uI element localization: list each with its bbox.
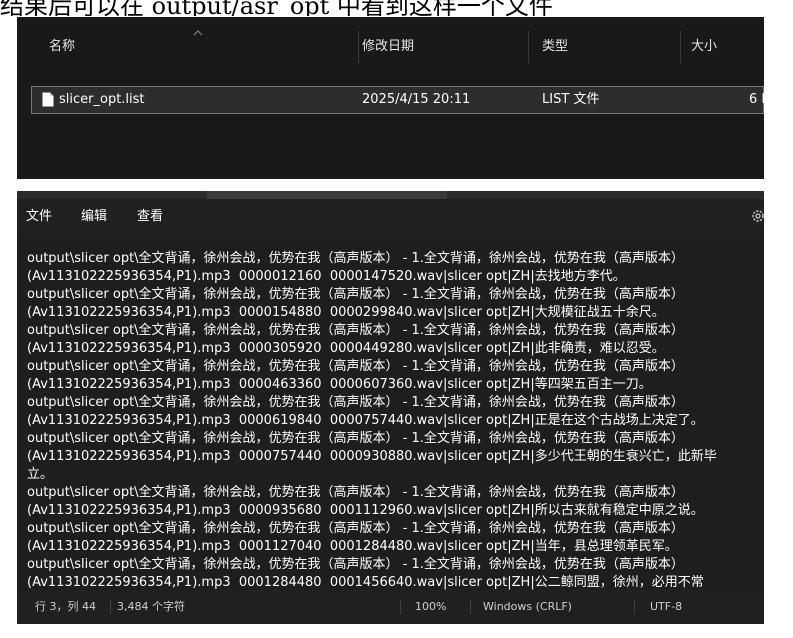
caption-squiggly-word: asr (239, 0, 278, 16)
status-line-ending[interactable]: Windows (CRLF) (483, 590, 572, 624)
file-type: LIST 文件 (542, 92, 600, 107)
column-header-name-label: 名称 (49, 39, 76, 54)
text-line: (Av113102225936354,P1).mp3 0001284480 00… (27, 575, 704, 590)
editor-text-area[interactable]: output\slicer opt\全文背诵，徐州会战，优势在我（高声版本） -… (17, 235, 764, 590)
file-row[interactable]: slicer_opt.list 2025/4/15 20:11 LIST 文件 … (31, 86, 764, 114)
file-explorer-pane: 名称 修改日期 类型 大小 slicer_opt.list 2025/4/15 … (17, 17, 764, 179)
text-line: (Av113102225936354,P1).mp3 0000012160 00… (27, 269, 626, 284)
caption-post: _opt 中看到这样一个文件 (277, 0, 553, 16)
status-encoding[interactable]: UTF-8 (650, 590, 682, 624)
menu-file[interactable]: 文件 (26, 207, 52, 227)
file-size: 6 KB (749, 92, 764, 107)
status-char-count: 3,484 个字符 (117, 600, 185, 613)
tab-active[interactable] (207, 191, 447, 199)
text-line: (Av113102225936354,P1).mp3 0000154880 00… (27, 305, 665, 320)
editor-lines: output\slicer opt\全文背诵，徐州会战，优势在我（高声版本） -… (27, 250, 764, 590)
notepad-window: 文件 编辑 查看 output\slicer opt\全文背诵，徐州会战，优势在… (17, 191, 764, 624)
text-line: output\slicer opt\全文背诵，徐州会战，优势在我（高声版本） -… (27, 485, 684, 500)
status-divider (470, 600, 471, 614)
text-line: (Av113102225936354,P1).mp3 0000463360 00… (27, 377, 652, 392)
text-line: output\slicer opt\全文背诵，徐州会战，优势在我（高声版本） -… (27, 251, 684, 266)
column-header-modified[interactable]: 修改日期 (350, 17, 528, 77)
text-line: output\slicer opt\全文背诵，徐州会战，优势在我（高声版本） -… (27, 287, 684, 302)
sort-chevron-icon (193, 30, 203, 36)
gear-icon[interactable] (750, 208, 764, 224)
menu-view[interactable]: 查看 (137, 207, 163, 227)
file-icon (42, 92, 54, 107)
text-line: (Av113102225936354,P1).mp3 0001127040 00… (27, 539, 678, 554)
column-header-type[interactable]: 类型 (530, 17, 680, 77)
text-line: output\slicer opt\全文背诵，徐州会战，优势在我（高声版本） -… (27, 557, 684, 572)
status-divider (634, 600, 635, 614)
status-cursor-position: 行 3，列 44 (35, 600, 96, 613)
file-modified-date: 2025/4/15 20:11 (362, 92, 471, 107)
text-line: (Av113102225936354,P1).mp3 0000305920 00… (27, 341, 665, 356)
column-divider[interactable] (528, 31, 529, 63)
caption-pre: 结果后可以在 output/ (0, 0, 240, 16)
status-bar: 行 3，列 44 3,484 个字符 100% Windows (CRLF) U… (17, 590, 764, 624)
text-line: (Av113102225936354,P1).mp3 0000619840 00… (27, 413, 704, 428)
text-line: output\slicer opt\全文背诵，徐州会战，优势在我（高声版本） -… (27, 521, 684, 536)
text-line: (Av113102225936354,P1).mp3 0000757440 00… (27, 449, 717, 464)
text-line: output\slicer opt\全文背诵，徐州会战，优势在我（高声版本） -… (27, 431, 684, 446)
column-header-size[interactable]: 大小 (679, 17, 764, 77)
menu-edit[interactable]: 编辑 (81, 207, 107, 227)
text-line: output\slicer opt\全文背诵，徐州会战，优势在我（高声版本） -… (27, 395, 684, 410)
menu-bar: 文件 编辑 查看 (17, 199, 764, 235)
column-header-size-label: 大小 (691, 39, 718, 54)
column-header-type-label: 类型 (542, 39, 569, 54)
column-header-modified-label: 修改日期 (362, 39, 415, 54)
text-line: 立。 (27, 467, 54, 482)
text-line: output\slicer opt\全文背诵，徐州会战，优势在我（高声版本） -… (27, 323, 684, 338)
status-divider (400, 600, 401, 614)
tab-strip (17, 191, 764, 199)
caption-text: 结果后可以在 output/asr_opt 中看到这样一个文件 (0, 0, 793, 16)
file-name: slicer_opt.list (59, 92, 145, 107)
status-zoom[interactable]: 100% (415, 590, 446, 624)
text-line: (Av113102225936354,P1).mp3 0000935680 00… (27, 503, 704, 518)
text-line: output\slicer opt\全文背诵，徐州会战，优势在我（高声版本） -… (27, 359, 684, 374)
column-header-name[interactable]: 名称 (37, 17, 361, 77)
status-divider (110, 600, 111, 614)
